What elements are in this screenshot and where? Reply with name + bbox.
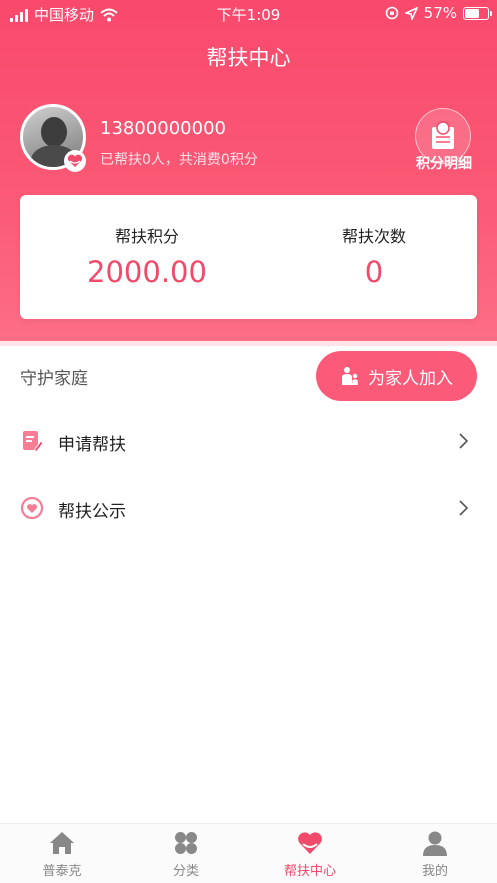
guard-family-label: 守护家庭 bbox=[20, 369, 88, 389]
help-count-label: 帮扶次数 bbox=[341, 227, 406, 246]
tab-profile[interactable]: 我的 bbox=[373, 824, 497, 883]
grid-icon bbox=[175, 832, 197, 854]
orientation-lock-icon bbox=[385, 6, 398, 20]
heart-circle-icon bbox=[20, 496, 44, 520]
help-points-value: 2000.00 bbox=[87, 255, 207, 289]
stats-card: 帮扶积分 2000.00 帮扶次数 0 bbox=[20, 195, 477, 319]
tab-category[interactable]: 分类 bbox=[124, 824, 248, 883]
heart-badge-icon bbox=[64, 150, 86, 172]
menu-label-apply-help: 申请帮扶 bbox=[58, 435, 126, 455]
status-right: 57% bbox=[385, 4, 492, 22]
heart-icon bbox=[298, 832, 322, 854]
points-detail-label: 积分明细 bbox=[416, 156, 472, 172]
battery-fill bbox=[465, 8, 479, 18]
battery-icon bbox=[463, 6, 492, 20]
user-summary: 已帮扶0人，共消费0积分 bbox=[100, 152, 258, 168]
home-icon bbox=[50, 832, 74, 854]
family-icon bbox=[342, 367, 358, 385]
tab-label-help-center: 帮扶中心 bbox=[283, 864, 336, 879]
user-phone: 13800000000 bbox=[100, 118, 226, 139]
user-icon bbox=[423, 831, 447, 856]
tab-help-center[interactable]: 帮扶中心 bbox=[248, 824, 372, 883]
battery-percent: 57% bbox=[423, 4, 457, 22]
tab-bar: 普泰克 分类 帮扶中心 我的 bbox=[0, 823, 497, 883]
page-title: 帮扶中心 bbox=[206, 46, 291, 70]
tab-label-category: 分类 bbox=[172, 864, 199, 879]
chevron-right-icon bbox=[459, 500, 469, 516]
certificate-icon bbox=[432, 121, 454, 149]
menu-item-apply-help[interactable]: 申请帮扶 bbox=[0, 416, 497, 466]
chevron-right-icon bbox=[459, 433, 469, 449]
join-family-button[interactable]: 为家人加入 bbox=[316, 351, 477, 401]
tab-label-home: 普泰克 bbox=[42, 864, 82, 879]
points-detail-button[interactable]: 积分明细 bbox=[412, 108, 474, 172]
tab-home[interactable]: 普泰克 bbox=[0, 824, 124, 883]
header-divider bbox=[0, 341, 497, 346]
status-bar: 中国移动 下午1:09 57% bbox=[0, 0, 497, 28]
edit-document-icon bbox=[23, 431, 44, 453]
join-family-label: 为家人加入 bbox=[368, 368, 453, 389]
menu-item-help-notice[interactable]: 帮扶公示 bbox=[0, 483, 497, 533]
tab-label-profile: 我的 bbox=[421, 864, 448, 879]
avatar-head bbox=[41, 117, 67, 147]
help-points-label: 帮扶积分 bbox=[114, 227, 179, 246]
location-icon bbox=[404, 6, 418, 20]
help-count-value: 0 bbox=[364, 255, 384, 289]
menu-label-help-notice: 帮扶公示 bbox=[58, 502, 126, 522]
